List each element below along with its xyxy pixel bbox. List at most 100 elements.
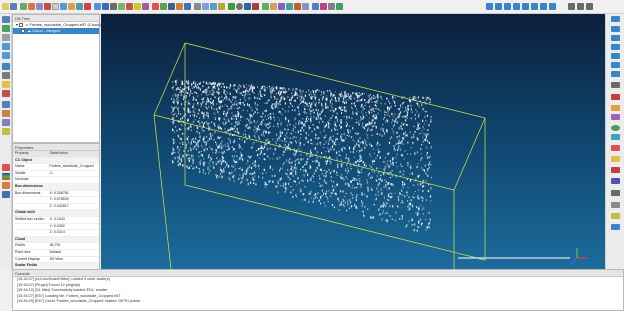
help-icon[interactable]: [611, 224, 620, 230]
property-value[interactable]: X: 0.1043: [47, 216, 99, 224]
property-value[interactable]: Y: 0.078530: [47, 196, 99, 204]
plane-icon[interactable]: [228, 3, 235, 10]
fit-icon[interactable]: [244, 3, 251, 10]
tree-item-cloud[interactable]: ☁ Cloud - Merged: [13, 28, 99, 34]
qsrf-icon[interactable]: [294, 3, 301, 10]
gradient-icon[interactable]: [160, 3, 167, 10]
property-value[interactable]: Z: 0.042817: [47, 203, 99, 211]
csf-icon[interactable]: [262, 3, 269, 10]
view-iso1-icon[interactable]: [540, 3, 547, 10]
property-value[interactable]: Y: 0.0392: [47, 223, 99, 231]
pick-rotation-center-icon[interactable]: [2, 128, 10, 135]
sf-layer-icon[interactable]: [2, 164, 10, 171]
view-back-icon[interactable]: [495, 3, 502, 10]
property-value[interactable]: 96,791: [47, 242, 99, 250]
property-value[interactable]: 3D View: [47, 256, 99, 264]
translate-icon[interactable]: [2, 119, 10, 126]
palette-icon[interactable]: [611, 156, 620, 162]
perspective-icon[interactable]: [2, 63, 10, 70]
zoom-out-icon[interactable]: [2, 52, 10, 59]
sf-icon[interactable]: [152, 3, 159, 10]
scale-icon[interactable]: [68, 3, 75, 10]
octree-icon[interactable]: [110, 3, 117, 10]
property-value[interactable]: ☑: [47, 170, 99, 178]
ruler-icon[interactable]: [218, 3, 225, 10]
property-value[interactable]: X: 0.208781: [47, 190, 99, 198]
histogram-icon[interactable]: [176, 3, 183, 10]
density-icon[interactable]: [2, 182, 10, 189]
compare-icon[interactable]: [194, 3, 201, 10]
pick-icon[interactable]: [611, 114, 620, 120]
stats-icon[interactable]: [184, 3, 191, 10]
merge-icon[interactable]: [44, 3, 51, 10]
lasso-icon[interactable]: [2, 110, 10, 117]
3d-viewport[interactable]: [101, 14, 605, 269]
ortho-icon[interactable]: [2, 72, 10, 79]
view-front-icon[interactable]: [486, 3, 493, 10]
label-icon[interactable]: [210, 3, 217, 10]
visibility-checkbox[interactable]: [19, 22, 24, 27]
settings-icon[interactable]: [586, 3, 593, 10]
edl-icon[interactable]: [2, 191, 10, 198]
view-top-icon[interactable]: [522, 3, 529, 10]
magnet-icon[interactable]: [611, 167, 620, 173]
pivot-icon[interactable]: [611, 213, 620, 219]
pan-icon[interactable]: [2, 34, 10, 41]
color-ramp-icon[interactable]: [2, 173, 10, 180]
view-3d-icon[interactable]: [611, 16, 620, 22]
segment-icon[interactable]: [126, 3, 133, 10]
pivot-icon[interactable]: [2, 90, 10, 97]
zoom-in-icon[interactable]: [2, 43, 10, 50]
view-front-icon[interactable]: [611, 35, 620, 41]
layers-icon[interactable]: [28, 3, 35, 10]
filter-icon[interactable]: [168, 3, 175, 10]
cone-view-icon[interactable]: [611, 134, 620, 140]
property-value[interactable]: Z: 0.0214: [47, 229, 99, 237]
m3c2-icon[interactable]: [278, 3, 285, 10]
expand-arrow-icon[interactable]: ▾: [16, 22, 18, 27]
grid-icon[interactable]: [611, 202, 620, 208]
view-top-icon[interactable]: [611, 26, 620, 32]
view-left-icon[interactable]: [504, 3, 511, 10]
view-right-icon[interactable]: [611, 62, 620, 68]
view-left-icon[interactable]: [611, 44, 620, 50]
rotate-icon[interactable]: [2, 25, 10, 32]
point-pick-icon[interactable]: [142, 3, 149, 10]
delete-icon[interactable]: [52, 3, 59, 10]
ransac-icon[interactable]: [252, 3, 259, 10]
render-icon[interactable]: [328, 3, 335, 10]
north-icon[interactable]: [611, 94, 620, 100]
color-icon[interactable]: [94, 3, 101, 10]
normals-icon[interactable]: [102, 3, 109, 10]
home-icon[interactable]: [2, 16, 10, 23]
property-value[interactable]: Default: [47, 249, 99, 257]
light-icon[interactable]: [2, 81, 10, 88]
graph-icon[interactable]: [20, 3, 27, 10]
python-icon[interactable]: [312, 3, 319, 10]
measure-icon[interactable]: [611, 105, 620, 111]
zoom-fit-icon[interactable]: [611, 82, 620, 88]
align-icon[interactable]: [60, 3, 67, 10]
shading-icon[interactable]: [611, 178, 620, 184]
plugin-icon[interactable]: [302, 3, 309, 10]
view-iso2-icon[interactable]: [549, 3, 556, 10]
open-file-icon[interactable]: [2, 3, 9, 10]
crop-icon[interactable]: [134, 3, 141, 10]
layout-icon[interactable]: [568, 3, 575, 10]
visibility-checkbox[interactable]: [21, 28, 25, 33]
triangle-icon[interactable]: [611, 145, 620, 151]
sphere-view-icon[interactable]: [611, 125, 620, 131]
view-back-icon[interactable]: [611, 53, 620, 59]
property-value[interactable]: [47, 176, 99, 184]
clone-icon[interactable]: [36, 3, 43, 10]
snapshot-icon[interactable]: [336, 3, 343, 10]
view-bottom-icon[interactable]: [611, 71, 620, 77]
point-cloud-view[interactable]: [101, 14, 605, 269]
camera-icon[interactable]: [611, 190, 620, 196]
mesh-icon[interactable]: [118, 3, 125, 10]
property-value[interactable]: Forbes_woodside_Cropped: [47, 163, 99, 171]
search-icon[interactable]: [2, 101, 10, 108]
facets-icon[interactable]: [286, 3, 293, 10]
view-right-icon[interactable]: [513, 3, 520, 10]
view-bottom-icon[interactable]: [531, 3, 538, 10]
